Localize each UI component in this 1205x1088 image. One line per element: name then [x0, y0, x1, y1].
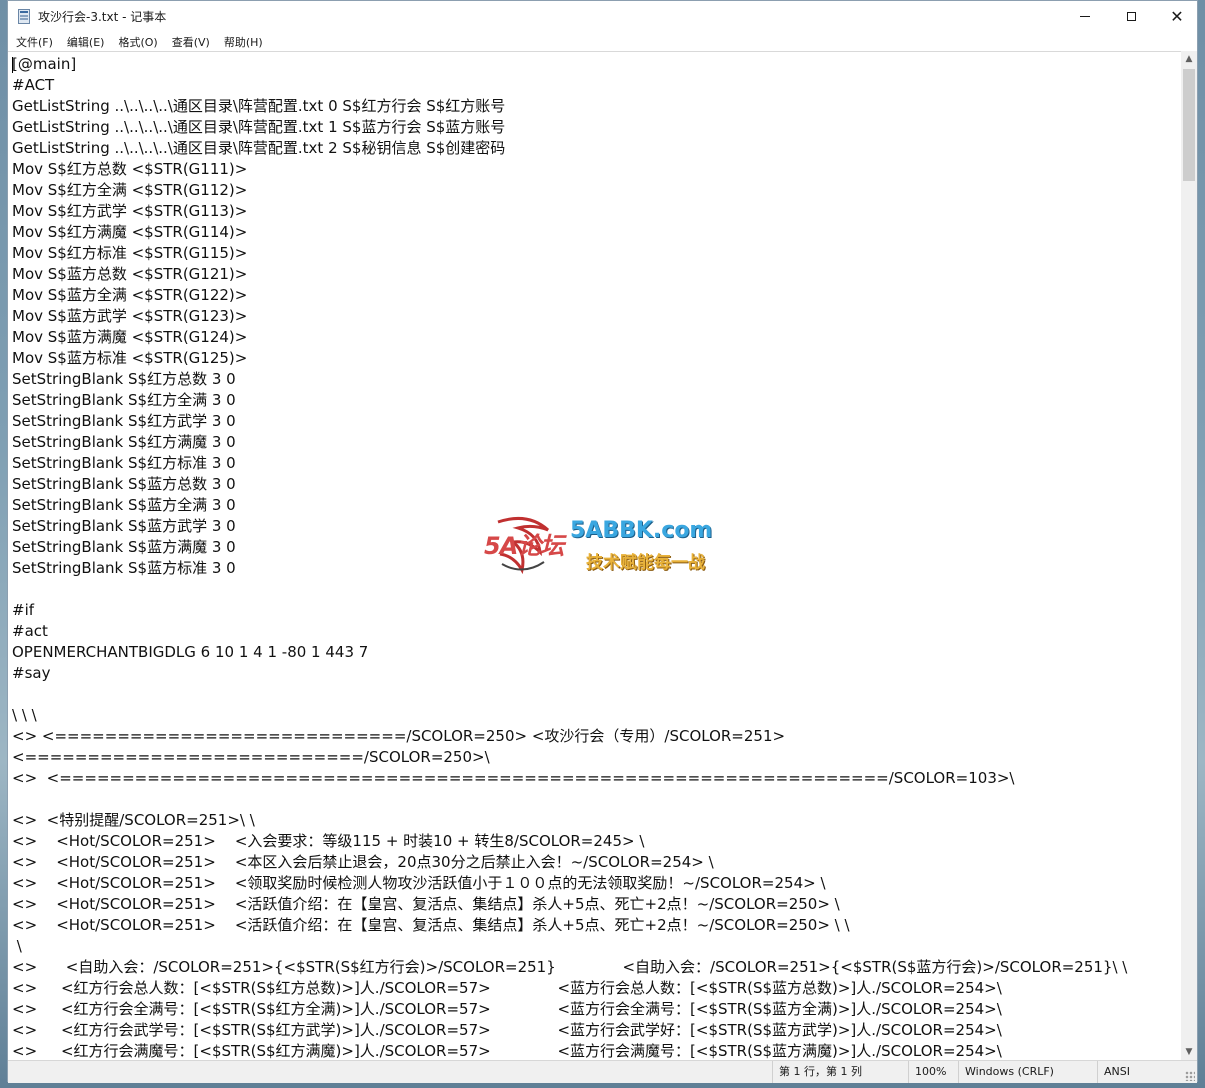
minimize-icon [1080, 16, 1090, 17]
close-button[interactable]: ✕ [1154, 1, 1200, 32]
text-editor[interactable]: [@main] #ACT GetListString ..\..\..\..\通区目… [8, 51, 1181, 1061]
text-line: <> <红方行会全满号：[<$STR(S$红方全满)>]人./SCOLOR=57… [12, 1000, 1002, 1018]
text-line: <> <红方行会总人数：[<$STR(S$红方总数)>]人./SCOLOR=57… [12, 979, 1002, 997]
text-line: Mov S$蓝方全满 <$STR(G122)> [12, 286, 248, 304]
menu-help[interactable]: 帮助(H) [224, 34, 263, 50]
maximize-button[interactable] [1108, 1, 1154, 32]
notepad-icon [18, 9, 30, 24]
text-line: \ \ \ [12, 706, 37, 724]
text-line: SetStringBlank S$红方全满 3 0 [12, 391, 236, 409]
text-line: GetListString ..\..\..\..\通区目录\阵营配置.txt … [12, 139, 506, 157]
text-line: Mov S$红方总数 <$STR(G111)> [12, 160, 248, 178]
resize-grip-icon[interactable] [1185, 1071, 1195, 1081]
status-encoding: ANSI [1097, 1061, 1130, 1083]
text-line: SetStringBlank S$红方标准 3 0 [12, 454, 236, 472]
text-line: SetStringBlank S$红方武学 3 0 [12, 412, 236, 430]
title-bar[interactable]: 攻沙行会-3.txt - 记事本 ✕ [8, 1, 1197, 32]
text-line: SetStringBlank S$红方满魔 3 0 [12, 433, 236, 451]
text-line: <> <============================/SCOLOR=… [12, 727, 786, 745]
text-line: Mov S$红方全满 <$STR(G112)> [12, 181, 248, 199]
minimize-button[interactable] [1062, 1, 1108, 32]
menu-format[interactable]: 格式(O) [118, 34, 157, 50]
menu-edit[interactable]: 编辑(E) [67, 34, 105, 50]
text-line: [@main] [12, 55, 77, 73]
text-line: Mov S$蓝方总数 <$STR(G121)> [12, 265, 248, 283]
text-line: <> <特别提醒/SCOLOR=251>\ \ [12, 811, 255, 829]
text-line: OPENMERCHANTBIGDLG 6 10 1 4 1 -80 1 443 … [12, 643, 369, 661]
text-line: GetListString ..\..\..\..\通区目录\阵营配置.txt … [12, 97, 506, 115]
text-line: #say [12, 664, 51, 682]
text-line: <> <红方行会武学号：[<$STR(S$红方武学)>]人./SCOLOR=57… [12, 1021, 1002, 1039]
status-line-ending: Windows (CRLF) [958, 1061, 1054, 1083]
text-line: Mov S$蓝方满魔 <$STR(G124)> [12, 328, 248, 346]
status-bar: 第 1 行，第 1 列 100% Windows (CRLF) ANSI [8, 1060, 1197, 1083]
status-cursor-position: 第 1 行，第 1 列 [772, 1061, 862, 1083]
text-line [12, 579, 1127, 600]
text-line: <> <Hot/SCOLOR=251> <活跃值介绍：在【皇宫、复活点、集结点】… [12, 916, 850, 934]
text-caret [12, 57, 13, 73]
scroll-up-arrow-icon[interactable]: ▲ [1181, 51, 1197, 67]
menu-view[interactable]: 查看(V) [172, 34, 210, 50]
text-line: SetStringBlank S$蓝方武学 3 0 [12, 517, 236, 535]
text-content: [@main] #ACT GetListString ..\..\..\..\通区目… [12, 54, 1127, 1061]
text-line: Mov S$红方满魔 <$STR(G114)> [12, 223, 248, 241]
scrollbar-thumb[interactable] [1183, 69, 1195, 181]
text-line: <> <Hot/SCOLOR=251> <领取奖励时候检测人物攻沙活跃值小于１０… [12, 874, 826, 892]
text-line: Mov S$红方标准 <$STR(G115)> [12, 244, 248, 262]
scroll-down-arrow-icon[interactable]: ▼ [1181, 1044, 1197, 1060]
vertical-scrollbar[interactable]: ▲ ▼ [1181, 51, 1197, 1060]
menu-bar: 文件(F) 编辑(E) 格式(O) 查看(V) 帮助(H) [8, 32, 1197, 51]
text-line: <> <红方行会满魔号：[<$STR(S$红方满魔)>]人./SCOLOR=57… [12, 1042, 1002, 1060]
maximize-icon [1126, 12, 1136, 21]
text-line: \ [12, 937, 22, 955]
window-title: 攻沙行会-3.txt - 记事本 [38, 10, 167, 24]
text-line: GetListString ..\..\..\..\通区目录\阵营配置.txt … [12, 118, 506, 136]
text-line: SetStringBlank S$红方总数 3 0 [12, 370, 236, 388]
text-line [12, 789, 1127, 810]
text-line: <> <自助入会：/SCOLOR=251>{<$STR(S$红方行会)>/SCO… [12, 958, 1128, 976]
menu-file[interactable]: 文件(F) [16, 34, 53, 50]
text-line: SetStringBlank S$蓝方全满 3 0 [12, 496, 236, 514]
text-line: <> <Hot/SCOLOR=251> <入会要求：等级115 + 时装10 +… [12, 832, 645, 850]
text-line: <===========================/SCOLOR=250>… [12, 748, 490, 766]
text-line: Mov S$红方武学 <$STR(G113)> [12, 202, 248, 220]
status-zoom: 100% [908, 1061, 946, 1083]
text-line: <> <Hot/SCOLOR=251> <活跃值介绍：在【皇宫、复活点、集结点】… [12, 895, 840, 913]
text-line: Mov S$蓝方武学 <$STR(G123)> [12, 307, 248, 325]
text-line: SetStringBlank S$蓝方标准 3 0 [12, 559, 236, 577]
close-icon: ✕ [1170, 6, 1184, 26]
text-line: Mov S$蓝方标准 <$STR(G125)> [12, 349, 248, 367]
text-line: #act [12, 622, 48, 640]
text-line: #ACT [12, 76, 55, 94]
text-line: #if [12, 601, 35, 619]
text-line: <> <====================================… [12, 769, 1015, 787]
text-line: <> <Hot/SCOLOR=251> <本区入会后禁止退会，20点30分之后禁… [12, 853, 714, 871]
notepad-window: 攻沙行会-3.txt - 记事本 ✕ 文件(F) 编辑(E) 格式(O) 查看(… [7, 0, 1198, 1083]
text-line: SetStringBlank S$蓝方满魔 3 0 [12, 538, 236, 556]
text-line: SetStringBlank S$蓝方总数 3 0 [12, 475, 236, 493]
text-line [12, 684, 1127, 705]
